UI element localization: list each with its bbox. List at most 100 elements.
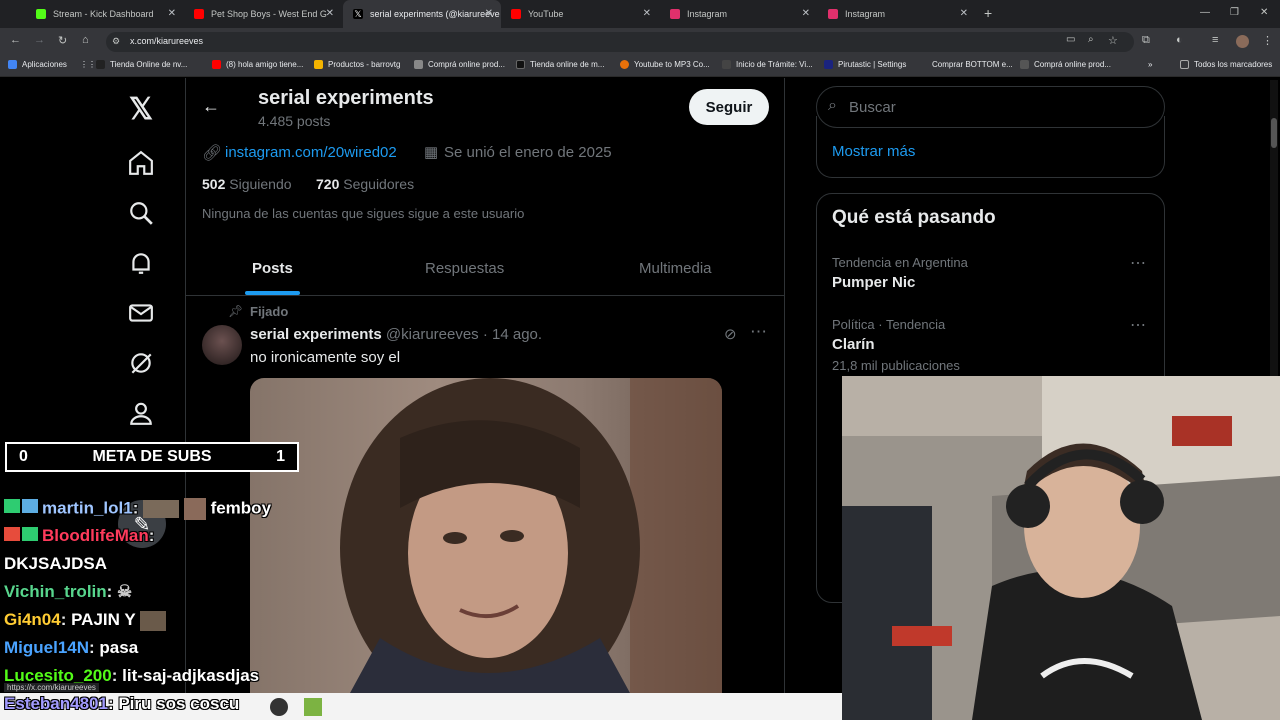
zoom-icon[interactable]: ⌕ xyxy=(1088,34,1094,45)
media-icon[interactable]: ≡ xyxy=(1212,34,1218,46)
badge-icon xyxy=(22,499,38,514)
mutuals-note: Ninguna de las cuentas que sigues sigue … xyxy=(202,206,525,221)
more-bookmarks-icon[interactable]: » xyxy=(1148,60,1152,69)
post-date[interactable]: · 14 ago. xyxy=(483,326,542,343)
forward-icon[interactable]: → xyxy=(34,34,45,46)
calendar-icon: ▦ xyxy=(424,144,439,161)
new-tab-icon[interactable]: + xyxy=(984,5,992,21)
grok-icon[interactable] xyxy=(124,346,158,380)
site-info-icon[interactable]: ⚙ xyxy=(112,36,120,47)
home-icon[interactable]: ⌂ xyxy=(82,34,89,46)
profile-icon[interactable] xyxy=(124,396,158,430)
skull-emote-icon: ☠ xyxy=(117,582,133,601)
tab-instagram-2[interactable]: Instagram ✕ xyxy=(818,0,976,28)
profile-sync-icon[interactable]: ◐ xyxy=(1176,34,1183,46)
followers-stat[interactable]: 720 Seguidores xyxy=(316,176,414,192)
post-author[interactable]: serial experiments xyxy=(250,326,382,343)
avatar[interactable] xyxy=(1236,35,1249,48)
bookmark-item[interactable]: Tienda online de m... xyxy=(516,60,604,69)
post-handle[interactable]: @kiarureeves xyxy=(386,326,479,343)
instagram-icon xyxy=(828,9,838,19)
badge-icon xyxy=(4,499,20,514)
follow-button[interactable]: Seguir xyxy=(689,89,769,125)
close-window-icon[interactable]: ✕ xyxy=(1260,7,1268,18)
chat-message: martin_lol1: femboy xyxy=(4,498,271,520)
following-stat[interactable]: 502 Siguiendo xyxy=(202,176,292,192)
more-options-icon[interactable]: ⋯ xyxy=(750,322,767,342)
bookmark-item[interactable]: Inicio de Trámite: Vi... xyxy=(722,60,813,69)
taskbar-app-icon[interactable] xyxy=(304,698,322,716)
tab-youtube[interactable]: YouTube ✕ xyxy=(501,0,659,28)
notifications-bell-icon[interactable] xyxy=(124,246,158,280)
messages-envelope-icon[interactable] xyxy=(124,296,158,330)
all-bookmarks[interactable]: Todos los marcadores xyxy=(1180,60,1272,69)
avatar[interactable] xyxy=(202,325,242,365)
tab-media[interactable]: Multimedia xyxy=(639,260,712,277)
pin-icon: 📌︎ xyxy=(228,304,244,318)
status-url: https://x.com/kiarureeves xyxy=(4,683,99,692)
close-tab-icon[interactable]: ✕ xyxy=(168,8,176,19)
goal-label: META DE SUBS xyxy=(92,448,212,465)
post-image[interactable] xyxy=(250,378,722,693)
trend-topic[interactable]: Clarín xyxy=(832,336,875,353)
stream-chat: martin_lol1: femboy BloodlifeMan: DKJSAJ… xyxy=(0,494,300,694)
back-icon[interactable]: ← xyxy=(10,34,21,46)
bookmark-item[interactable]: Comprá online prod... xyxy=(414,60,505,69)
home-icon[interactable] xyxy=(124,146,158,180)
close-tab-icon[interactable]: ✕ xyxy=(485,8,493,19)
back-arrow-icon[interactable]: ← xyxy=(202,96,220,117)
goal-current: 0 xyxy=(19,448,28,465)
tab-serial-experiments[interactable]: 𝕏 serial experiments (@kiarureeve ✕ xyxy=(343,0,501,28)
close-tab-icon[interactable]: ✕ xyxy=(802,8,810,19)
url-text[interactable]: x.com/kiarureeves xyxy=(130,36,203,46)
tab-pet-shop-boys[interactable]: Pet Shop Boys - West End G ✕ xyxy=(184,0,342,28)
trend-more-icon[interactable]: ⋯ xyxy=(1130,253,1146,273)
chat-message: Esteban4801: Piru sos coscu xyxy=(4,694,240,713)
search-icon[interactable] xyxy=(124,196,158,230)
tab-instagram-1[interactable]: Instagram ✕ xyxy=(660,0,818,28)
bookmark-item[interactable]: Productos - barrovtg xyxy=(314,60,400,69)
bookmark-item[interactable]: Comprá online prod... xyxy=(1020,60,1111,69)
trend-topic[interactable]: Pumper Nic xyxy=(832,274,915,291)
tab-kick-dashboard[interactable]: Stream - Kick Dashboard ✕ xyxy=(26,0,184,28)
bookmark-star-icon[interactable]: ☆ xyxy=(1108,34,1118,47)
chat-message: Miguel14N: pasa xyxy=(4,638,139,657)
apps-grid-icon[interactable]: ⋮⋮ xyxy=(80,60,96,69)
close-tab-icon[interactable]: ✕ xyxy=(326,8,334,19)
tab-replies[interactable]: Respuestas xyxy=(425,260,504,277)
chat-message: Gi4n04: PAJIN Y xyxy=(4,610,167,631)
post-text: no ironicamente soy el xyxy=(250,349,401,366)
youtube-icon xyxy=(511,9,521,19)
bookmark-item[interactable]: Comprar BOTTOM e... xyxy=(918,60,1013,69)
grok-icon[interactable]: ⊘ xyxy=(724,325,737,343)
taskbar-app-icon[interactable] xyxy=(270,698,288,716)
close-tab-icon[interactable]: ✕ xyxy=(643,8,651,19)
scrollbar-thumb[interactable] xyxy=(1271,118,1277,148)
minimize-icon[interactable]: — xyxy=(1200,7,1210,18)
youtube-icon xyxy=(194,9,204,19)
reload-icon[interactable]: ↻ xyxy=(58,34,67,47)
close-tab-icon[interactable]: ✕ xyxy=(960,8,968,19)
profile-link[interactable]: instagram.com/20wired02 xyxy=(225,144,397,161)
chat-message: BloodlifeMan: xyxy=(4,526,154,546)
menu-icon[interactable]: ⋮ xyxy=(1262,34,1273,47)
cast-icon[interactable]: ▭ xyxy=(1066,34,1075,45)
bookmark-item[interactable]: Youtube to MP3 Co... xyxy=(620,60,710,69)
bookmark-item[interactable]: Tienda Online de nv... xyxy=(96,60,187,69)
extensions-icon[interactable]: ⧉ xyxy=(1142,34,1150,47)
subs-goal-bar: 0 META DE SUBS 1 xyxy=(5,442,299,472)
tab-posts[interactable]: Posts xyxy=(252,260,293,277)
trends-title: Qué está pasando xyxy=(832,207,996,228)
pinned-label: Fijado xyxy=(250,304,289,319)
address-bar[interactable] xyxy=(106,32,1134,52)
goal-target: 1 xyxy=(276,448,285,465)
x-logo-icon[interactable]: 𝕏 xyxy=(124,92,158,126)
column-divider xyxy=(784,78,785,693)
bookmark-item[interactable]: Pirutastic | Settings xyxy=(824,60,906,69)
bookmark-apps[interactable]: Aplicaciones xyxy=(8,60,67,69)
trend-more-icon[interactable]: ⋯ xyxy=(1130,315,1146,335)
bookmark-item[interactable]: (8) hola amigo tiene... xyxy=(212,60,303,69)
show-more-link[interactable]: Mostrar más xyxy=(832,143,915,160)
maximize-icon[interactable]: ❐ xyxy=(1230,7,1239,18)
instagram-icon xyxy=(670,9,680,19)
